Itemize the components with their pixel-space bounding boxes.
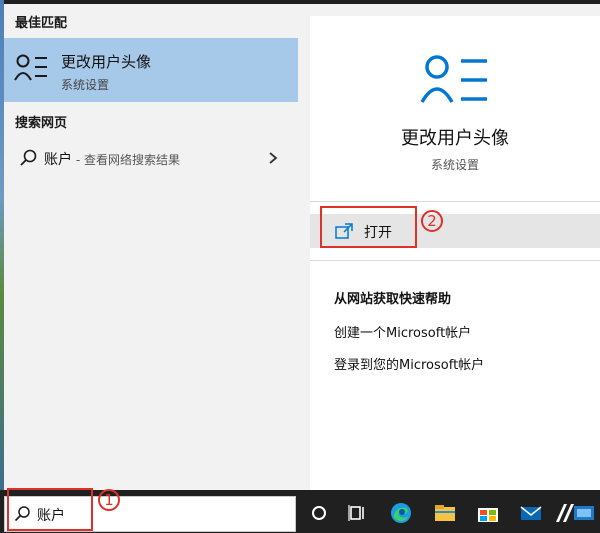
start-search-panel: 最佳匹配 更改用户头像 系统设置 搜索网页 账户 - 查看网络搜索结果 更改用户… [4, 4, 600, 490]
results-pane: 最佳匹配 更改用户头像 系统设置 搜索网页 账户 - 查看网络搜索结果 [4, 4, 304, 490]
task-view-icon[interactable] [344, 500, 370, 526]
preview-title: 更改用户头像 [401, 128, 509, 149]
annotation-box-search [7, 488, 93, 531]
web-search-result[interactable]: 账户 - 查看网络搜索结果 [4, 142, 298, 174]
account-settings-large-icon [420, 55, 487, 103]
best-match-header: 最佳匹配 [15, 16, 68, 31]
annotation-number-2: 2 [421, 210, 443, 232]
edge-icon[interactable] [388, 500, 414, 526]
annotation-box-open [320, 206, 417, 248]
help-link-create-account[interactable]: 创建一个Microsoft帐户 [334, 322, 471, 341]
divider [310, 201, 600, 202]
chevron-right-icon[interactable] [266, 148, 280, 168]
web-search-hint: - 查看网络搜索结果 [72, 153, 180, 167]
web-search-header: 搜索网页 [15, 116, 68, 131]
mail-icon[interactable] [518, 500, 544, 526]
best-match-subtitle: 系统设置 [61, 78, 110, 92]
cortana-icon[interactable] [306, 500, 332, 526]
annotation-number-1: 1 [98, 489, 120, 511]
preview-subtitle: 系统设置 [430, 158, 479, 172]
best-match-title: 更改用户头像 [61, 53, 152, 71]
help-link-sign-in[interactable]: 登录到您的Microsoft帐户 [334, 354, 484, 373]
web-search-text: 账户 - 查看网络搜索结果 [44, 149, 180, 169]
settings-app-icon[interactable] [572, 500, 596, 526]
account-settings-icon [14, 54, 47, 81]
file-explorer-icon[interactable] [432, 500, 458, 526]
best-match-item[interactable]: 更改用户头像 系统设置 [4, 38, 298, 102]
search-icon [20, 149, 37, 166]
divider [310, 260, 600, 261]
store-icon[interactable] [475, 500, 501, 526]
help-title: 从网站获取快速帮助 [334, 292, 452, 307]
preview-pane: 更改用户头像 系统设置 打开 从网站获取快速帮助 创建一个Microsoft帐户… [310, 16, 600, 490]
web-search-query: 账户 [44, 152, 72, 168]
